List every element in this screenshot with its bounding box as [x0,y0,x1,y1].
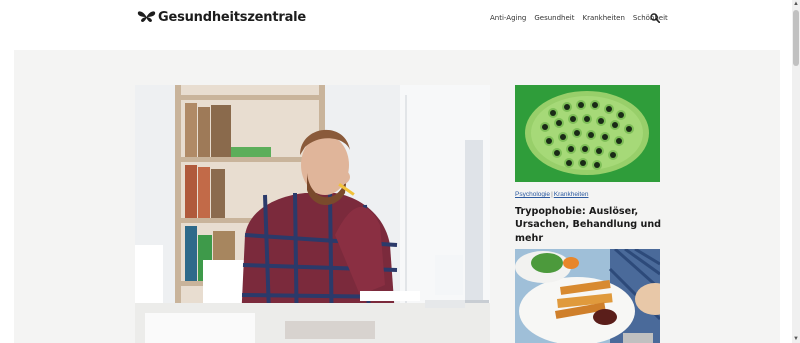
food-plate-photo [515,249,660,343]
nav-item-gesundheit[interactable]: Gesundheit [534,14,574,22]
lotus-seed-pod-photo [515,85,660,182]
nav-item-anti-aging[interactable]: Anti-Aging [490,14,526,22]
article-thumbnail[interactable] [515,249,660,343]
scrollbar[interactable]: ▲ ▼ [792,0,800,343]
butterfly-icon [137,11,156,22]
category-link-psychologie[interactable]: Psychologie [515,191,550,198]
article-title[interactable]: Trypophobie: Auslöser, Ursachen, Behandl… [515,205,665,245]
scroll-thumb[interactable] [793,10,799,66]
main-nav: Anti-Aging Gesundheit Krankheiten Schönh… [490,14,676,22]
site-title: Gesundheitszentrale [158,9,307,25]
scroll-down-arrow-icon[interactable]: ▼ [792,335,800,343]
scroll-up-arrow-icon[interactable]: ▲ [792,0,800,8]
man-thinking-at-desk-photo [135,85,490,343]
article-categories: Psychologie|Krankheiten [515,191,588,198]
site-logo[interactable]: Gesundheitszentrale [137,9,306,25]
nav-item-krankheiten[interactable]: Krankheiten [582,14,624,22]
search-icon[interactable] [650,13,660,23]
site-header: Gesundheitszentrale Anti-Aging Gesundhei… [0,0,792,50]
featured-article-image[interactable] [135,85,490,343]
category-link-krankheiten[interactable]: Krankheiten [554,191,589,198]
article-thumbnail[interactable] [515,85,660,182]
category-separator: | [551,191,553,198]
